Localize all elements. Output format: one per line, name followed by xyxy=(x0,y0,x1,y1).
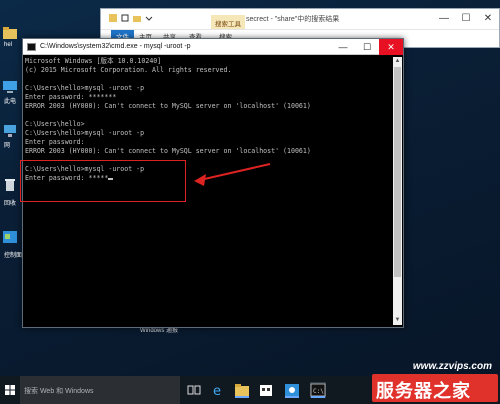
console-line: C:\Users\hello>mysql -uroot -p xyxy=(25,84,145,92)
explorer-maximize-button[interactable]: ☐ xyxy=(455,9,477,29)
scroll-down-icon[interactable]: ▼ xyxy=(393,316,402,325)
watermark-badge: 服务器之家 xyxy=(372,374,498,402)
user-folder-icon xyxy=(3,27,17,39)
desktop-icon-label: 此电 xyxy=(4,99,17,105)
explorer-window-controls: — ☐ ✕ xyxy=(433,9,499,29)
console-line: C:\Users\hello>mysql -uroot -p xyxy=(25,129,145,137)
taskbar-search-box[interactable]: 搜索 Web 和 Windows xyxy=(20,376,180,404)
cmd-icon xyxy=(27,43,36,51)
cmd-minimize-button[interactable]: — xyxy=(331,39,355,55)
task-view-icon xyxy=(187,385,201,395)
watermark-brand: 服务器之家 xyxy=(376,381,471,402)
explorer-titlebar[interactable]: 搜索工具 secrect - "share"中的搜索结果 — ☐ ✕ xyxy=(101,9,499,29)
desktop-icon-recycle-bin[interactable] xyxy=(2,178,22,196)
active-indicator xyxy=(235,396,249,398)
desktop-icon-control-panel[interactable] xyxy=(2,230,22,248)
network-icon xyxy=(4,125,16,137)
search-tools-tab[interactable]: 搜索工具 xyxy=(211,15,245,29)
explorer-minimize-button[interactable]: — xyxy=(433,9,455,29)
search-placeholder: 搜索 Web 和 Windows xyxy=(24,388,94,395)
start-button[interactable] xyxy=(0,376,20,404)
console-line: ERROR 2003 (HY000): Can't connect to MyS… xyxy=(25,147,311,155)
watermark: www.zzvips.com 服务器之家 xyxy=(360,360,500,404)
save-icon[interactable] xyxy=(109,14,117,22)
cmd-window-controls: — ☐ ✕ xyxy=(331,39,403,55)
quick-access-toolbar xyxy=(109,14,153,22)
svg-text:e: e xyxy=(213,384,221,398)
cmd-title: C:\Windows\system32\cmd.exe - mysql -uro… xyxy=(40,43,191,50)
explorer-close-button[interactable]: ✕ xyxy=(477,9,499,29)
store-icon xyxy=(260,385,272,396)
task-view-button[interactable] xyxy=(186,382,202,398)
desktop-icon-label: hel xyxy=(4,42,13,48)
active-indicator xyxy=(285,396,299,398)
desktop-icon-label: 网 xyxy=(4,143,11,149)
cmd-scrollbar[interactable]: ▲ ▼ xyxy=(393,57,402,325)
watermark-url: www.zzvips.com xyxy=(412,361,492,372)
cmd-close-button[interactable]: ✕ xyxy=(379,39,403,55)
active-indicator xyxy=(311,396,325,398)
console-line: Enter password: ******* xyxy=(25,93,117,101)
cmd-titlebar[interactable]: C:\Windows\system32\cmd.exe - mysql -uro… xyxy=(23,39,403,55)
edge-button[interactable]: e xyxy=(210,382,226,399)
desktop-icon-label: 回收 xyxy=(4,201,17,207)
scroll-thumb[interactable] xyxy=(394,67,401,277)
console-line: Microsoft Windows [版本 10.0.10240] xyxy=(25,57,162,65)
svg-text:C:\: C:\ xyxy=(313,388,324,395)
properties-icon[interactable] xyxy=(121,14,129,22)
explorer-title: secrect - "share"中的搜索结果 xyxy=(246,16,340,23)
edge-icon: e xyxy=(213,384,221,399)
this-pc-icon xyxy=(3,81,17,93)
new-folder-icon[interactable] xyxy=(133,14,141,22)
recycle-bin-icon xyxy=(5,179,15,191)
cmd-maximize-button[interactable]: ☐ xyxy=(355,39,379,55)
console-line: (c) 2015 Microsoft Corporation. All righ… xyxy=(25,66,232,74)
console-line: Enter password: xyxy=(25,138,85,146)
file-explorer-button[interactable] xyxy=(234,382,250,398)
desktop-icon-label: 控制面 xyxy=(4,253,23,259)
console-line: C:\Users\hello> xyxy=(25,120,85,128)
chevron-down-icon[interactable] xyxy=(145,14,153,22)
cmd-taskbar-button[interactable]: C:\ xyxy=(310,382,326,398)
control-panel-taskbar-button[interactable] xyxy=(284,382,300,398)
control-panel-icon xyxy=(3,231,17,243)
windows-logo-icon xyxy=(5,385,15,395)
annotation-highlight-box xyxy=(20,160,186,202)
console-line: ERROR 2003 (HY000): Can't connect to MyS… xyxy=(25,102,311,110)
scroll-up-icon[interactable]: ▲ xyxy=(393,57,402,66)
store-button[interactable] xyxy=(258,382,274,398)
